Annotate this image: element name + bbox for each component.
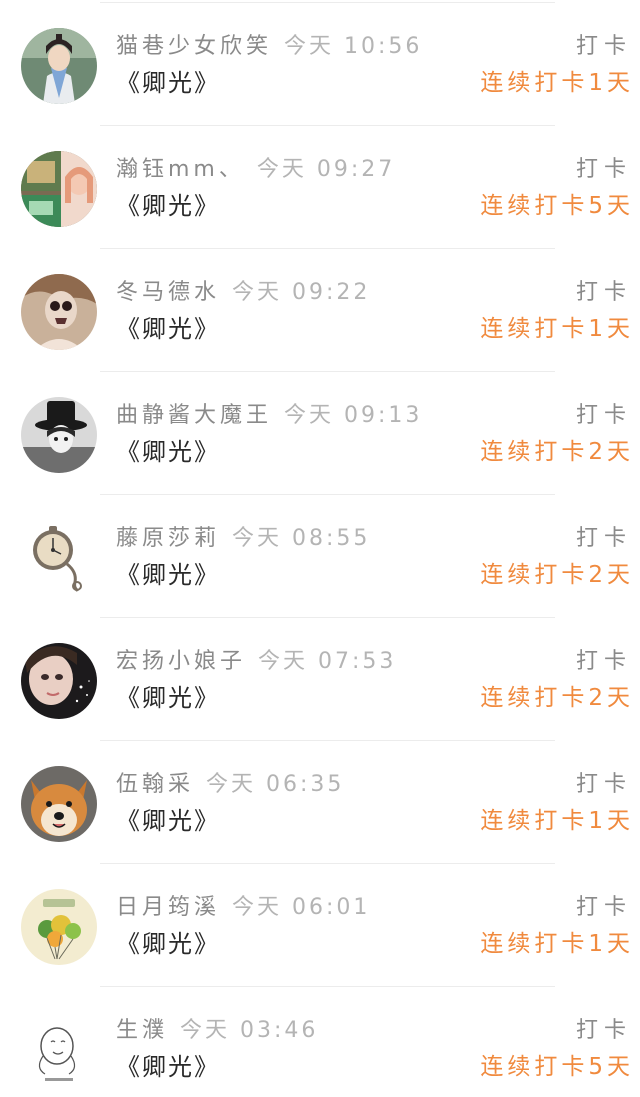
checkin-row[interactable]: 宏扬小娘子 今天 07:53 《卿光》 打卡 连续打卡2天 [0,618,640,741]
checkin-time: 今天 10:56 [284,34,423,59]
checkin-action-label: 打卡 [575,649,632,674]
checkin-row[interactable]: 日月筠溪 今天 06:01 《卿光》 打卡 连续打卡1天 [0,864,640,987]
streak-label: 连续打卡2天 [480,685,634,711]
avatar[interactable] [21,1012,97,1088]
streak-label: 连续打卡2天 [480,439,634,465]
checkin-action-label: 打卡 [575,1018,632,1043]
checkin-action-label: 打卡 [575,403,632,428]
user-meta: 冬马德水 今天 09:22 [116,277,370,309]
user-name[interactable]: 冬马德水 [116,280,220,305]
user-name[interactable]: 瀚钰mm、 [116,157,245,182]
book-title[interactable]: 《卿光》 [116,67,220,99]
checkin-row[interactable]: 猫巷少女欣笑 今天 10:56 《卿光》 打卡 连续打卡1天 [0,3,640,126]
avatar[interactable] [21,28,97,104]
avatar-skull-makeup-icon [21,274,97,350]
checkin-time: 今天 03:46 [180,1018,319,1043]
checkin-time: 今天 07:53 [258,649,397,674]
checkin-time: 今天 06:35 [206,772,345,797]
user-name[interactable]: 藤原莎莉 [116,526,220,551]
checkin-row[interactable]: 瀚钰mm、 今天 09:27 《卿光》 打卡 连续打卡5天 [0,126,640,249]
checkin-row[interactable]: 生濮 今天 03:46 《卿光》 打卡 连续打卡5天 [0,987,640,1097]
checkin-row[interactable]: 伍翰采 今天 06:35 《卿光》 打卡 连续打卡1天 [0,741,640,864]
avatar-balloons-icon [21,889,97,965]
user-meta: 伍翰采 今天 06:35 [116,769,344,801]
checkin-row[interactable]: 冬马德水 今天 09:22 《卿光》 打卡 连续打卡1天 [0,249,640,372]
checkin-time: 今天 08:55 [232,526,371,551]
book-title[interactable]: 《卿光》 [116,313,220,345]
user-name[interactable]: 猫巷少女欣笑 [116,34,272,59]
avatar-costume-portrait-icon [21,28,97,104]
streak-label: 连续打卡1天 [480,808,634,834]
book-title[interactable]: 《卿光》 [116,436,220,468]
avatar[interactable] [21,643,97,719]
user-meta: 曲静酱大魔王 今天 09:13 [116,400,422,432]
streak-label: 连续打卡1天 [480,316,634,342]
user-meta: 藤原莎莉 今天 08:55 [116,523,370,555]
avatar[interactable] [21,520,97,596]
checkin-row[interactable]: 曲静酱大魔王 今天 09:13 《卿光》 打卡 连续打卡2天 [0,372,640,495]
checkin-action-label: 打卡 [575,895,632,920]
checkin-time: 今天 09:27 [256,157,396,182]
book-title[interactable]: 《卿光》 [116,928,220,960]
user-meta: 猫巷少女欣笑 今天 10:56 [116,31,422,63]
user-meta: 瀚钰mm、 今天 09:27 [116,154,395,186]
streak-label: 连续打卡5天 [480,193,634,219]
user-meta: 日月筠溪 今天 06:01 [116,892,370,924]
book-title[interactable]: 《卿光》 [116,559,220,591]
checkin-time: 今天 09:13 [284,403,423,428]
user-meta: 宏扬小娘子 今天 07:53 [116,646,396,678]
book-title[interactable]: 《卿光》 [116,805,220,837]
checkin-row[interactable]: 藤原莎莉 今天 08:55 《卿光》 打卡 连续打卡2天 [0,495,640,618]
avatar[interactable] [21,274,97,350]
avatar-pocket-watch-icon [21,520,97,596]
avatar[interactable] [21,397,97,473]
checkin-action-label: 打卡 [575,772,632,797]
checkin-time: 今天 06:01 [232,895,371,920]
streak-label: 连续打卡1天 [480,70,634,96]
user-meta: 生濮 今天 03:46 [116,1015,318,1047]
checkin-list: 猫巷少女欣笑 今天 10:56 《卿光》 打卡 连续打卡1天 瀚钰mm、 今天 09… [0,0,640,1097]
checkin-action-label: 打卡 [575,280,632,305]
user-name[interactable]: 宏扬小娘子 [116,649,246,674]
user-name[interactable]: 曲静酱大魔王 [116,403,272,428]
streak-label: 连续打卡1天 [480,931,634,957]
avatar-dog-icon [21,766,97,842]
user-name[interactable]: 日月筠溪 [116,895,220,920]
streak-label: 连续打卡5天 [480,1054,634,1080]
avatar-top-hat-icon [21,397,97,473]
book-title[interactable]: 《卿光》 [116,190,220,222]
book-title[interactable]: 《卿光》 [116,682,220,714]
user-name[interactable]: 生濮 [116,1018,168,1043]
checkin-action-label: 打卡 [575,526,632,551]
avatar-collage-icon [21,151,97,227]
avatar[interactable] [21,889,97,965]
checkin-time: 今天 09:22 [232,280,371,305]
streak-label: 连续打卡2天 [480,562,634,588]
checkin-action-label: 打卡 [575,157,632,182]
checkin-action-label: 打卡 [575,34,632,59]
book-title[interactable]: 《卿光》 [116,1051,220,1083]
user-name[interactable]: 伍翰采 [116,772,194,797]
avatar[interactable] [21,151,97,227]
avatar-sketch-icon [21,1012,97,1088]
avatar-sparkle-portrait-icon [21,643,97,719]
avatar[interactable] [21,766,97,842]
